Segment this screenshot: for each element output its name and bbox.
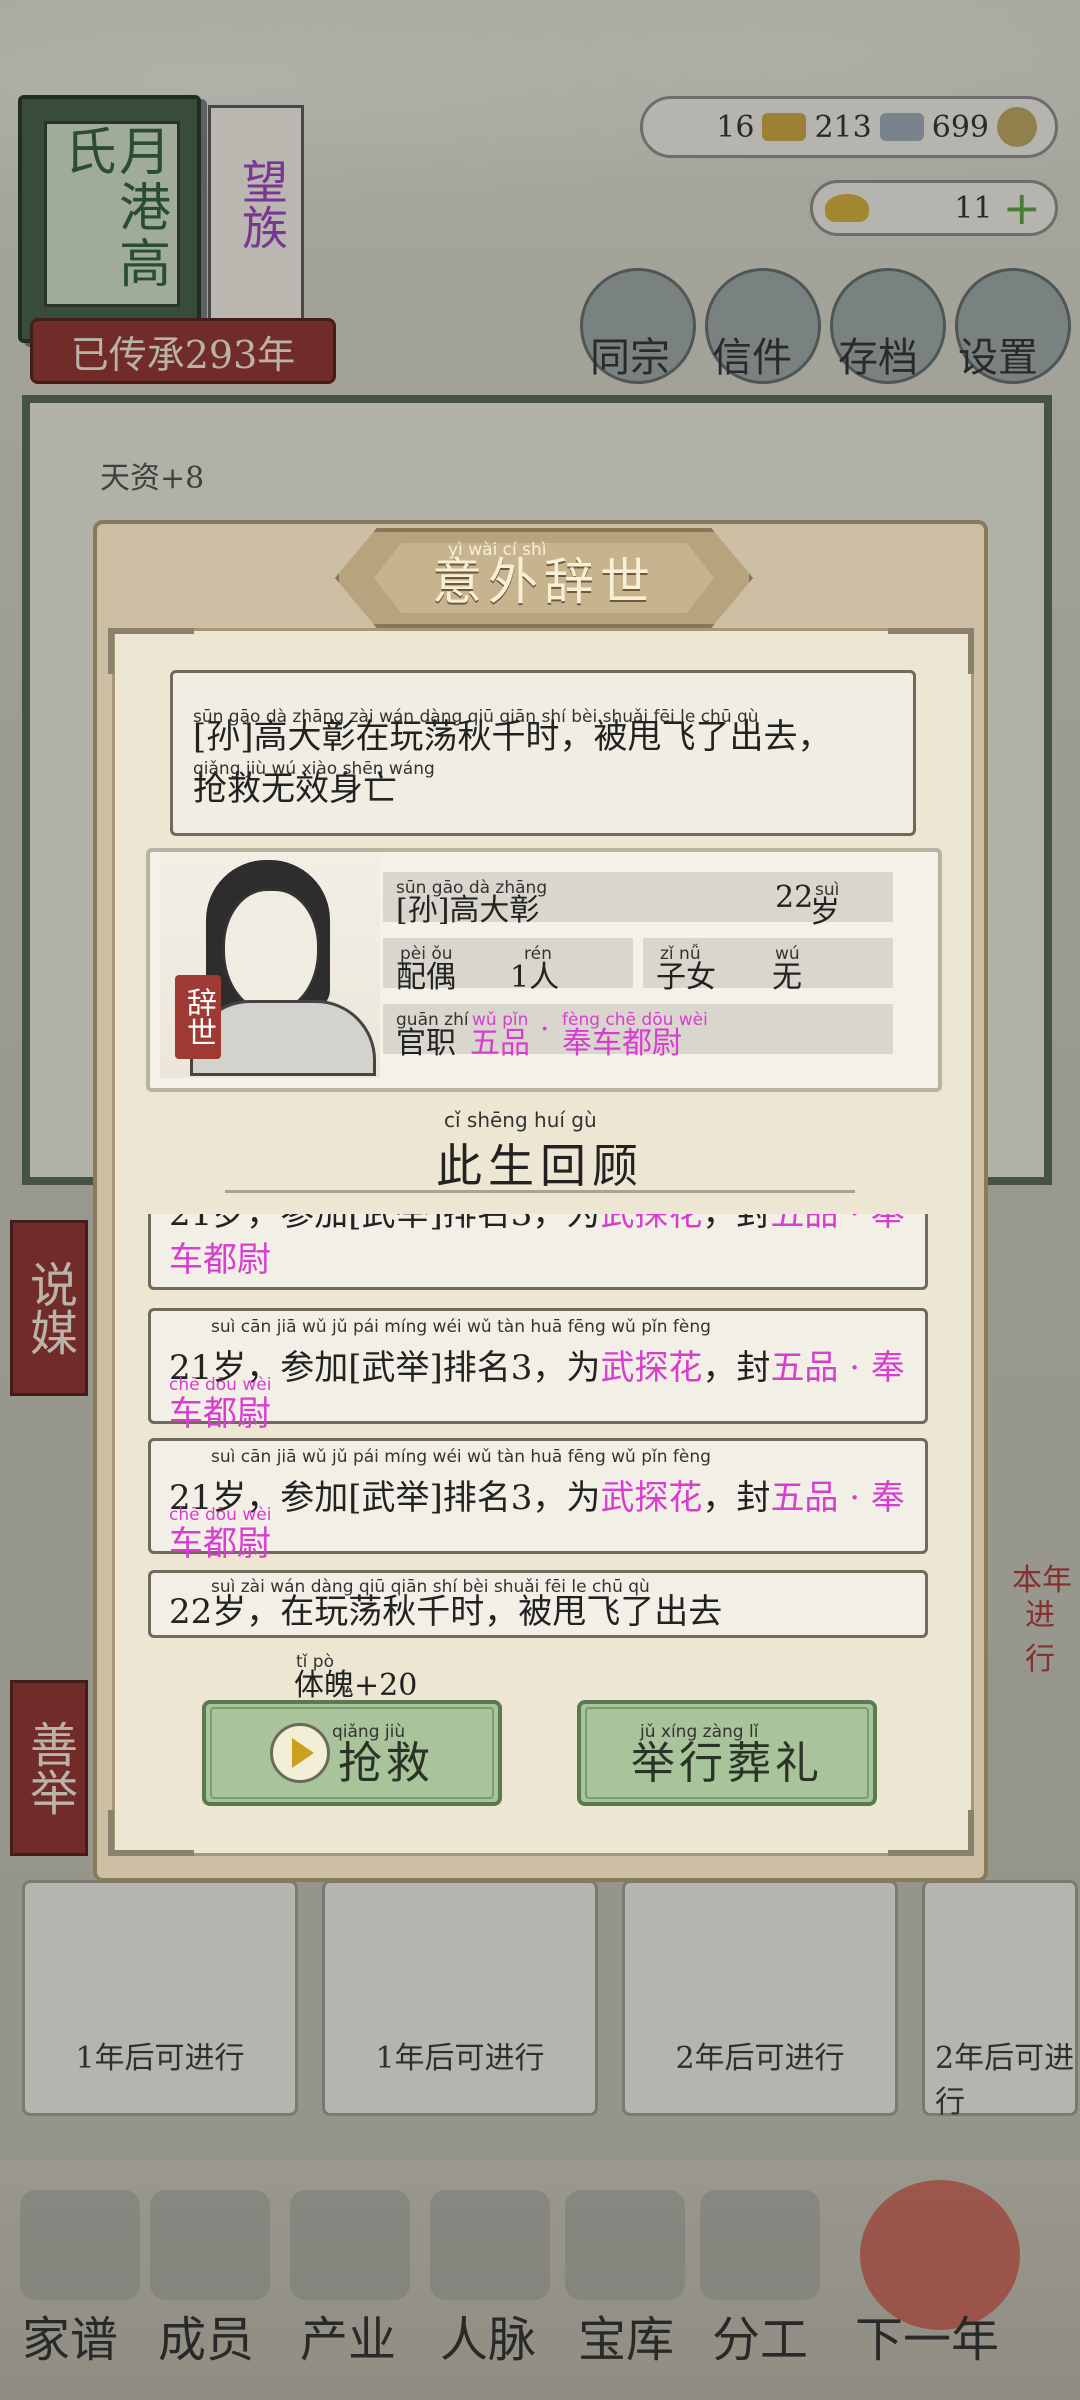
- office-rank: 五品: [470, 1026, 530, 1061]
- person-age: 22: [775, 880, 814, 915]
- event-text: 21岁，参加[武举]排名3，为武探花，封五品 · 奉 车都尉: [169, 1214, 905, 1283]
- funeral-button-inner: 举行葬礼: [585, 1707, 869, 1799]
- event-text-c: ，封: [702, 1478, 771, 1518]
- list-item: suì cān jiā wǔ jǔ pái míng wéi wǔ tàn hu…: [148, 1438, 928, 1564]
- age-unit: 岁: [810, 895, 840, 930]
- rescue-pinyin: qiǎng jiù: [332, 1722, 406, 1742]
- portrait-face: [222, 888, 320, 1014]
- list-item: suì cān jiā wǔ jǔ pái míng wéi wǔ tàn hu…: [148, 1308, 928, 1434]
- event-highlight: 武探花: [600, 1214, 703, 1234]
- dialog-title-pinyin: yì wài cí shì: [448, 540, 547, 560]
- event-text-c: ，封: [702, 1348, 771, 1388]
- death-cause-box: sūn gāo dà zhāng zài wán dàng qiū qiān s…: [170, 670, 916, 836]
- review-pinyin: cǐ shēng huí gù: [444, 1108, 597, 1132]
- list-item: suì zài wán dàng qiū qiān shí bèi shuǎi …: [148, 1570, 928, 1638]
- event-pinyin: chē dōu wèi: [169, 1505, 272, 1525]
- event-highlight: 武探花: [600, 1478, 703, 1518]
- office-label: 官职: [396, 1026, 456, 1061]
- corner-ornament: [108, 628, 194, 674]
- event-text: 21岁，参加[武举]排名3，为武探花，封五品 · 奉 车都尉: [169, 1475, 905, 1567]
- event-text: 22岁，在玩荡秋千时，被甩飞了出去: [169, 1592, 723, 1632]
- office-post: 奉车都尉: [562, 1026, 682, 1061]
- children-count: 无: [772, 960, 802, 995]
- play-ad-icon: [270, 1723, 330, 1783]
- funeral-button[interactable]: 举行葬礼: [577, 1700, 877, 1806]
- spouse-label: 配偶: [396, 960, 456, 995]
- event-rank: 五品 · 奉: [770, 1348, 905, 1388]
- event-post: 车都尉: [169, 1394, 271, 1434]
- event-post: 车都尉: [169, 1240, 271, 1280]
- office-separator: ·: [540, 1012, 550, 1047]
- list-item: 21岁，参加[武举]排名3，为武探花，封五品 · 奉 车都尉: [148, 1214, 928, 1290]
- review-divider: [225, 1172, 855, 1193]
- event-text-a: 21岁，参加[武举]排名3，为: [169, 1214, 601, 1234]
- deceased-seal: 辞世: [175, 975, 221, 1059]
- spouse-count: 1人: [510, 960, 560, 995]
- event-rank: 五品 · 奉: [770, 1478, 905, 1518]
- corner-ornament: [108, 1810, 194, 1856]
- corner-ornament: [888, 1810, 974, 1856]
- life-events-list[interactable]: 21岁，参加[武举]排名3，为武探花，封五品 · 奉 车都尉 suì cān j…: [148, 1214, 932, 1646]
- event-highlight: 武探花: [600, 1348, 703, 1388]
- rescue-button[interactable]: 抢救: [202, 1700, 502, 1806]
- event-post: 车都尉: [169, 1524, 271, 1564]
- event-text-c: ，封: [702, 1214, 771, 1234]
- children-label: 子女: [656, 960, 716, 995]
- corner-ornament: [888, 628, 974, 674]
- event-pinyin: suì cān jiā wǔ jǔ pái míng wéi wǔ tàn hu…: [211, 1447, 711, 1467]
- rescue-button-inner: 抢救: [210, 1707, 494, 1799]
- person-name: [孙]高大彰: [396, 893, 540, 928]
- event-pinyin: chē dōu wèi: [169, 1375, 272, 1395]
- event-text: 21岁，参加[武举]排名3，为武探花，封五品 · 奉 车都尉: [169, 1345, 905, 1437]
- funeral-pinyin: jǔ xíng zàng lǐ: [640, 1722, 759, 1742]
- event-rank: 五品 · 奉: [770, 1214, 905, 1234]
- cause-line-1: [孙]高大彰在玩荡秋千时，被甩飞了出去，: [193, 717, 832, 757]
- event-pinyin: suì cān jiā wǔ jǔ pái míng wéi wǔ tàn hu…: [211, 1317, 711, 1337]
- cause-pinyin: qiǎng jiù wú xiào shēn wáng: [193, 759, 435, 779]
- stat-bonus: 体魄+20: [294, 1668, 418, 1703]
